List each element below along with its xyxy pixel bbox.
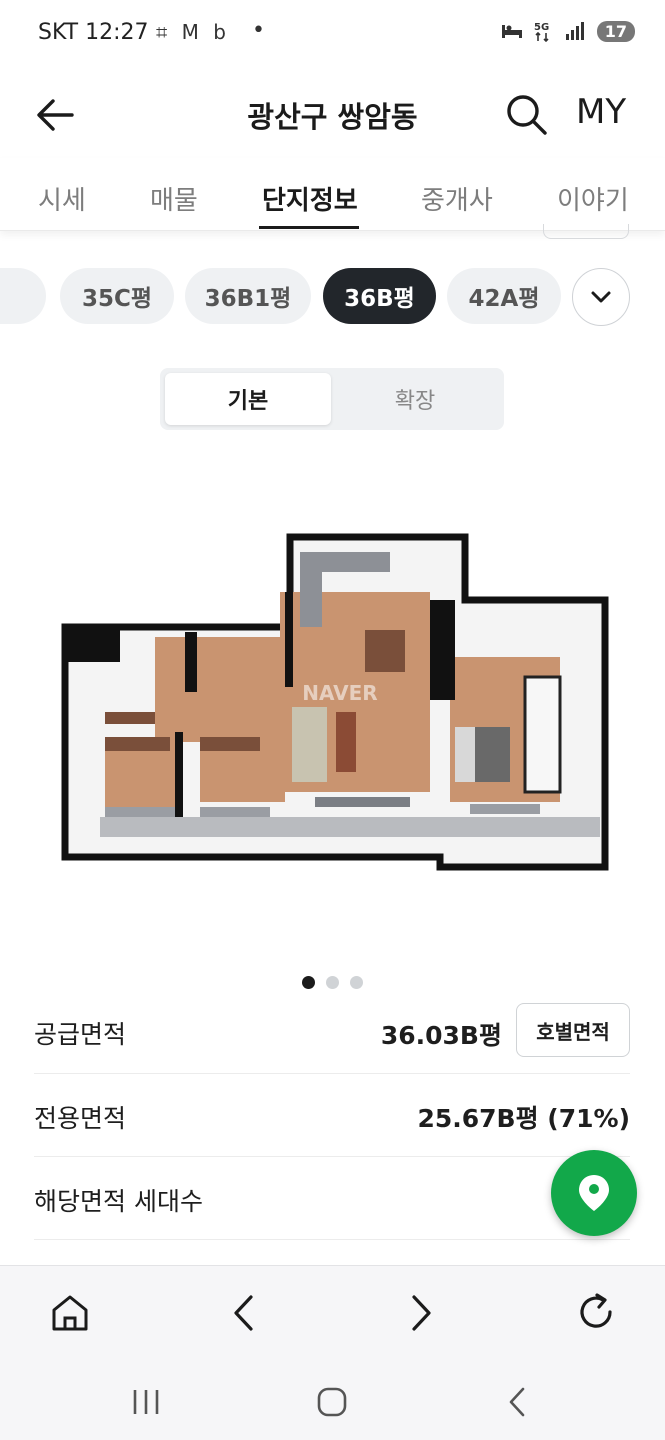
- carousel-dot-3[interactable]: [350, 976, 363, 989]
- tab-agents[interactable]: 중개사: [421, 180, 493, 217]
- chip-36b[interactable]: 36B평: [323, 268, 436, 324]
- carousel-dot-2[interactable]: [326, 976, 339, 989]
- notification-icons: ⌗ M b: [156, 20, 230, 44]
- hidden-button-edge: [543, 224, 629, 239]
- exclusive-area-value: 25.67B평 (71%): [417, 1104, 630, 1133]
- tab-listings[interactable]: 매물: [150, 180, 198, 217]
- tab-stories[interactable]: 이야기: [557, 180, 629, 217]
- back-chevron-icon[interactable]: [222, 1290, 268, 1336]
- status-right: 5G 17: [501, 20, 635, 42]
- tab-price[interactable]: 시세: [38, 180, 86, 217]
- chip-42a[interactable]: 42A평: [447, 268, 561, 324]
- recent-apps-icon[interactable]: [126, 1382, 166, 1422]
- unit-area-button[interactable]: 호별면적: [516, 1003, 630, 1057]
- households-row: 해당면적 세대수: [34, 1156, 630, 1240]
- battery-icon: 17: [596, 20, 635, 42]
- 5g-icon: 5G: [534, 22, 549, 42]
- my-button[interactable]: MY: [576, 92, 626, 132]
- exclusive-area-row: 전용면적 25.67B평 (71%): [34, 1073, 630, 1157]
- refresh-icon[interactable]: [573, 1290, 619, 1336]
- households-label: 해당면적 세대수: [34, 1187, 203, 1216]
- more-notifications-dot: •: [252, 18, 265, 43]
- signal-icon: [565, 22, 584, 40]
- header: 광산구 쌍암동 MY: [0, 68, 665, 158]
- home-icon[interactable]: [47, 1290, 93, 1336]
- supply-area-value: 36.03B평: [380, 1021, 502, 1050]
- status-bar: SKT 12:27 ⌗ M b • 5G 17: [0, 0, 665, 68]
- tab-complex-info[interactable]: 단지정보: [262, 180, 358, 217]
- toggle-basic[interactable]: 기본: [165, 373, 331, 425]
- system-back-icon[interactable]: [498, 1382, 538, 1422]
- chip-35c[interactable]: 35C평: [60, 268, 174, 324]
- search-icon[interactable]: [504, 92, 550, 138]
- forward-chevron-icon[interactable]: [397, 1290, 443, 1336]
- chevron-down-icon: [591, 291, 611, 303]
- hotel-bed-icon: [501, 25, 522, 38]
- supply-area-label: 공급면적: [34, 1020, 127, 1049]
- toggle-extended[interactable]: 확장: [332, 373, 498, 425]
- home-circle-icon[interactable]: [312, 1382, 352, 1422]
- browser-toolbar: [0, 1265, 665, 1361]
- system-navigation: [0, 1360, 665, 1440]
- view-toggle: 기본 확장: [160, 368, 504, 430]
- naver-watermark: NAVER: [302, 681, 377, 705]
- chip-partial[interactable]: [0, 268, 46, 324]
- expand-chips-button[interactable]: [572, 268, 630, 326]
- svg-text:5G: 5G: [534, 22, 549, 33]
- floor-plan-image[interactable]: NAVER: [60, 532, 610, 872]
- supply-area-row: 공급면적 36.03B평 호별면적: [34, 1003, 630, 1074]
- page-title: 광산구 쌍암동: [247, 100, 418, 134]
- active-tab-indicator: [259, 226, 359, 229]
- carousel-dot-1[interactable]: [302, 976, 315, 989]
- tab-bar: 시세 매물 단지정보 중개사 이야기: [0, 158, 665, 231]
- carrier-time: SKT 12:27: [38, 20, 149, 45]
- chip-36b1[interactable]: 36B1평: [185, 268, 311, 324]
- map-location-button[interactable]: [551, 1150, 637, 1236]
- location-pin-icon: [579, 1175, 609, 1211]
- exclusive-area-label: 전용면적: [34, 1104, 127, 1133]
